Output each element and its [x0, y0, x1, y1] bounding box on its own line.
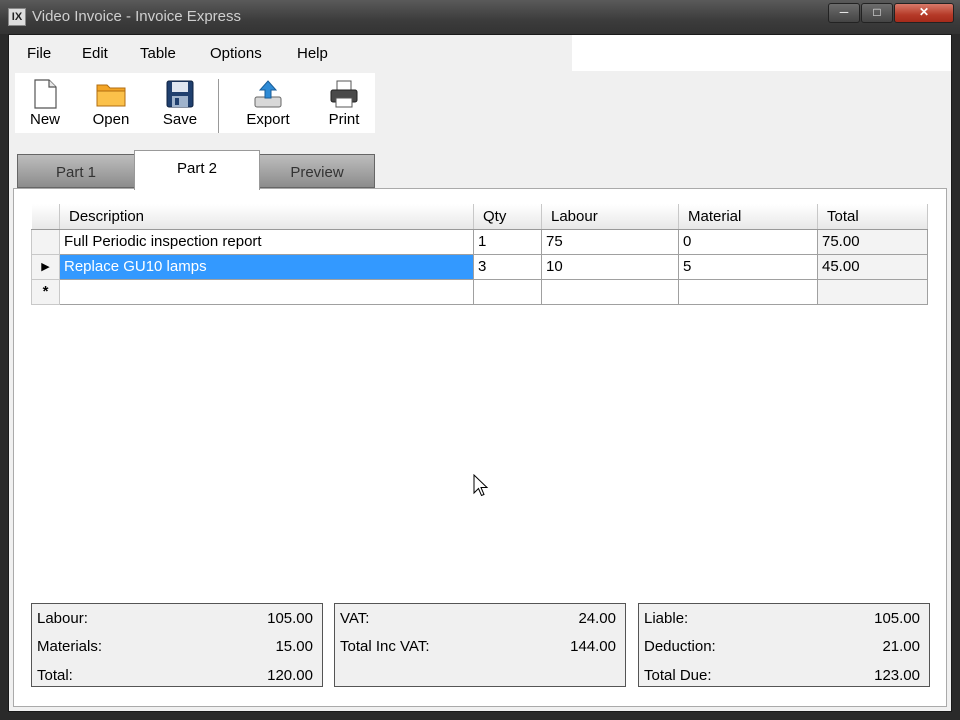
summary-row: Labour: 105.00	[37, 610, 313, 630]
cell-labour[interactable]: 75	[541, 228, 679, 255]
close-icon: ✕	[918, 5, 930, 19]
col-header-material[interactable]: Material	[678, 204, 818, 230]
summary-label: Deduction:	[644, 638, 716, 655]
new-row[interactable]: *	[31, 278, 928, 305]
summary-value: 144.00	[570, 638, 616, 655]
cell-total: 45.00	[817, 253, 928, 280]
summary-row: Deduction: 21.00	[644, 638, 920, 658]
title-bar[interactable]: IX Video Invoice - Invoice Express ─ □ ✕	[0, 0, 960, 34]
table-row[interactable]: ▶ Replace GU10 lamps 3 10 5 45.00	[31, 253, 928, 280]
open-label: Open	[92, 111, 130, 128]
tab-panel: Description Qty Labour Material Total Fu…	[13, 188, 947, 707]
summary-row: Total: 120.00	[37, 667, 313, 687]
cell-material[interactable]: 5	[678, 253, 818, 280]
export-label: Export	[246, 111, 290, 128]
toolbar: New Open Save Export Print	[15, 73, 375, 133]
app-icon: IX	[8, 8, 26, 26]
tab-part-1[interactable]: Part 1	[17, 154, 135, 188]
minimize-button[interactable]: ─	[828, 3, 860, 23]
vat-summary: VAT: 24.00 Total Inc VAT: 144.00	[334, 603, 626, 687]
printer-icon	[330, 80, 358, 108]
new-cell-material[interactable]	[678, 278, 818, 305]
toolbar-separator	[218, 79, 220, 133]
new-cell-total	[817, 278, 928, 305]
summary-label: Liable:	[644, 610, 689, 627]
close-button[interactable]: ✕	[894, 3, 954, 23]
new-cell-qty[interactable]	[473, 278, 542, 305]
summary-label: VAT:	[340, 610, 370, 627]
tab-part-2[interactable]: Part 2	[134, 150, 260, 190]
cell-total: 75.00	[817, 228, 928, 255]
cell-description[interactable]: Replace GU10 lamps	[59, 253, 474, 280]
table-row[interactable]: Full Periodic inspection report 1 75 0 7…	[31, 228, 928, 255]
export-icon	[254, 80, 282, 108]
open-button[interactable]: Open	[89, 75, 133, 133]
menu-options[interactable]: Options	[210, 45, 262, 62]
menu-edit[interactable]: Edit	[82, 45, 108, 62]
maximize-icon: □	[873, 5, 881, 19]
summary-label: Labour:	[37, 610, 88, 627]
cell-qty[interactable]: 1	[473, 228, 542, 255]
summary-value: 105.00	[267, 610, 313, 627]
summary-row: Total Due: 123.00	[644, 667, 920, 687]
save-label: Save	[162, 111, 198, 128]
row-header[interactable]	[31, 228, 60, 255]
new-cell-description[interactable]	[59, 278, 474, 305]
summary-label: Materials:	[37, 638, 103, 655]
current-row-indicator-icon[interactable]: ▶	[31, 253, 60, 280]
save-button[interactable]: Save	[158, 75, 202, 133]
menu-bar: File Edit Table Options Help	[9, 35, 951, 71]
print-label: Print	[328, 111, 360, 128]
new-button[interactable]: New	[23, 75, 67, 133]
summary-row: Materials: 15.00	[37, 638, 313, 658]
summary-value: 120.00	[267, 667, 313, 684]
summary-label: Total:	[37, 667, 73, 684]
col-header-labour[interactable]: Labour	[541, 204, 679, 230]
cell-description[interactable]: Full Periodic inspection report	[59, 228, 474, 255]
cell-material[interactable]: 0	[678, 228, 818, 255]
cell-qty[interactable]: 3	[473, 253, 542, 280]
maximize-button[interactable]: □	[861, 3, 893, 23]
print-button[interactable]: Print	[322, 75, 366, 133]
col-header-qty[interactable]: Qty	[473, 204, 542, 230]
new-cell-labour[interactable]	[541, 278, 679, 305]
floppy-disk-icon	[166, 80, 194, 108]
summary-value: 21.00	[882, 638, 920, 655]
main-window: File Edit Table Options Help New Open Sa…	[8, 34, 952, 712]
summary-row: Total Inc VAT: 144.00	[340, 638, 616, 658]
new-document-icon	[34, 79, 57, 109]
mouse-cursor-icon	[473, 474, 489, 497]
folder-icon	[96, 84, 126, 107]
deduction-summary: Liable: 105.00 Deduction: 21.00 Total Du…	[638, 603, 930, 687]
summary-value: 105.00	[874, 610, 920, 627]
summary-value: 15.00	[275, 638, 313, 655]
summary-row: Liable: 105.00	[644, 610, 920, 630]
labour-materials-summary: Labour: 105.00 Materials: 15.00 Total: 1…	[31, 603, 323, 687]
summary-row: VAT: 24.00	[340, 610, 616, 630]
line-items-grid[interactable]: Description Qty Labour Material Total Fu…	[31, 204, 928, 305]
summary-label: Total Due:	[644, 667, 712, 684]
tab-preview[interactable]: Preview	[259, 154, 375, 188]
menu-table[interactable]: Table	[140, 45, 176, 62]
menu-bar-blank	[572, 35, 951, 71]
menu-file[interactable]: File	[27, 45, 51, 62]
minimize-icon: ─	[839, 5, 849, 19]
col-header-total[interactable]: Total	[817, 204, 928, 230]
row-header-corner	[31, 204, 60, 230]
new-label: New	[29, 111, 60, 128]
col-header-description[interactable]: Description	[59, 204, 474, 230]
cell-labour[interactable]: 10	[541, 253, 679, 280]
menu-help[interactable]: Help	[297, 45, 328, 62]
export-button[interactable]: Export	[243, 75, 293, 133]
summary-value: 123.00	[874, 667, 920, 684]
summary-label: Total Inc VAT:	[340, 638, 430, 655]
new-row-indicator-icon[interactable]: *	[31, 278, 60, 305]
window-title: Video Invoice - Invoice Express	[32, 8, 241, 25]
summary-value: 24.00	[578, 610, 616, 627]
